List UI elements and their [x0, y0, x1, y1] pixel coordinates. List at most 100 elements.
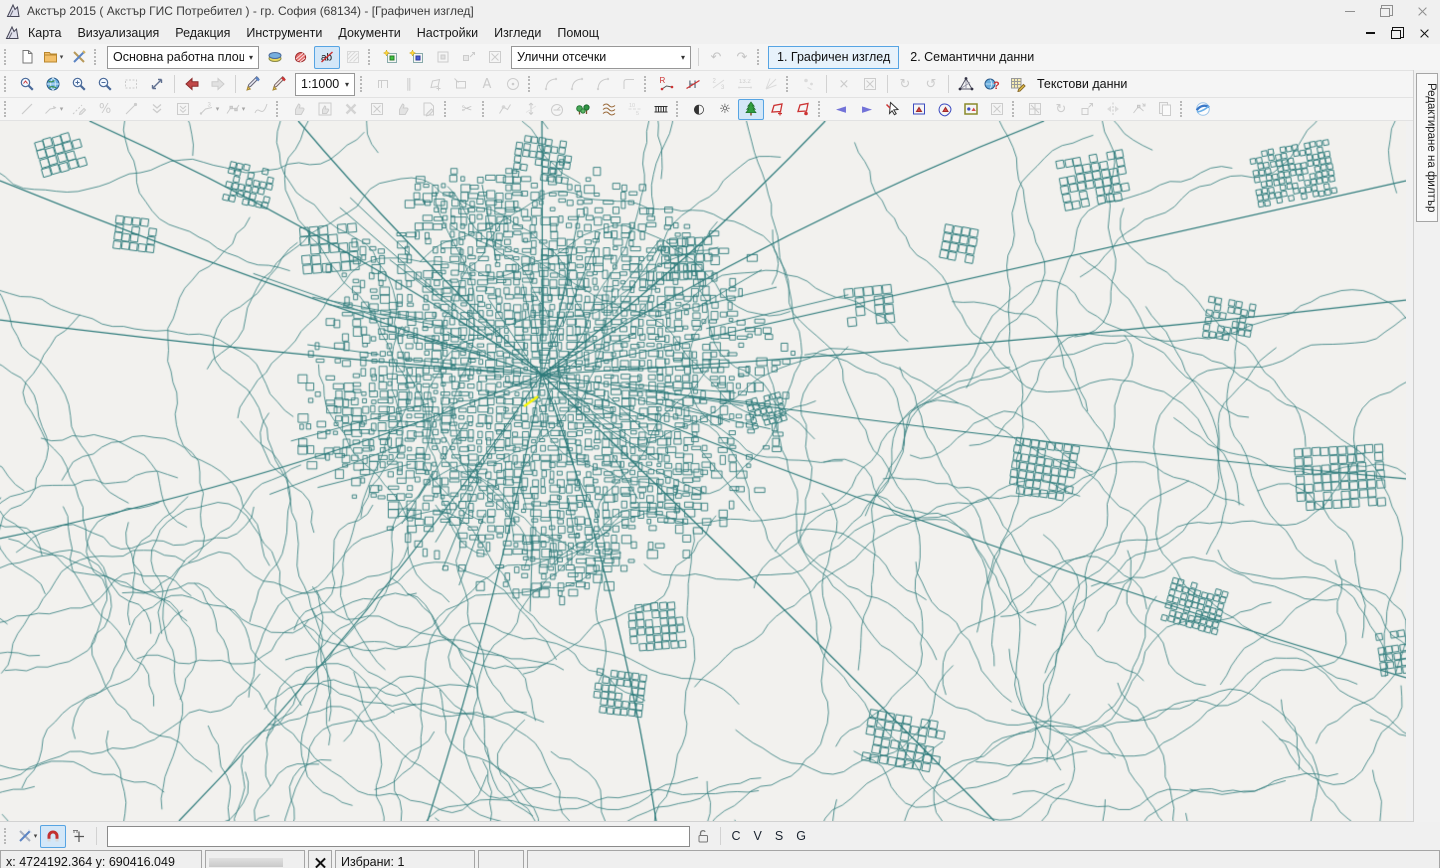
region-point-button[interactable]: [790, 99, 816, 120]
approve-alt-button: [390, 99, 416, 120]
visualization-button[interactable]: [262, 46, 288, 69]
toolbar-grip[interactable]: [1180, 101, 1186, 117]
select-cursor-button[interactable]: [880, 99, 906, 120]
mdi-restore-button[interactable]: [1391, 28, 1403, 39]
toolbar-grip[interactable]: [786, 76, 792, 92]
toolbar-grip[interactable]: [528, 76, 534, 92]
select-by-polygon-button[interactable]: [932, 99, 958, 120]
toolbar-grip[interactable]: [4, 76, 10, 92]
flag-v[interactable]: V: [754, 829, 762, 843]
edit-table-button[interactable]: [1005, 73, 1031, 96]
menu-8[interactable]: Помощ: [549, 23, 607, 43]
new-point-object-button[interactable]: [378, 46, 404, 69]
tab-graphic-view[interactable]: 1. Графичен изглед: [768, 46, 899, 69]
chevron-down-icon[interactable]: ▾: [244, 53, 258, 62]
annotation-toggle-button[interactable]: ab: [314, 46, 340, 69]
height-edit-button[interactable]: H: [680, 73, 706, 96]
toolbar-grip[interactable]: [94, 49, 100, 65]
layer-combo[interactable]: Улични отсечки▾: [511, 46, 691, 69]
mdi-close-button[interactable]: [1419, 28, 1430, 39]
chevron-down-icon[interactable]: ▾: [216, 105, 220, 113]
approve-button: [286, 99, 312, 120]
lock-button[interactable]: [690, 825, 716, 848]
add-polygon-button: [422, 73, 448, 96]
status-panel-message: [527, 850, 1440, 868]
chevron-down-icon[interactable]: ▾: [60, 53, 64, 61]
chevron-down-icon[interactable]: ▾: [676, 53, 690, 62]
chevron-down-icon[interactable]: ▾: [34, 832, 38, 840]
menu-1[interactable]: Карта: [20, 23, 69, 43]
zoom-in-button[interactable]: [66, 73, 92, 96]
menu-2[interactable]: Визуализация: [69, 23, 167, 43]
workspace-combo[interactable]: Основна работна площ▾: [107, 46, 259, 69]
scale-combo[interactable]: 1:1000▾: [295, 73, 355, 96]
object-info-button[interactable]: ?: [979, 73, 1005, 96]
window-close-button[interactable]: [1404, 0, 1440, 22]
map-workspace: [0, 121, 1440, 821]
contours-layer-button[interactable]: [596, 99, 622, 120]
snap-toggle-button[interactable]: [40, 825, 66, 848]
flag-c[interactable]: C: [732, 829, 741, 843]
scale-combo-value: 1:1000: [296, 77, 340, 91]
menu-3[interactable]: Редакция: [167, 23, 238, 43]
menu-7[interactable]: Изгледи: [486, 23, 549, 43]
chevron-down-icon[interactable]: ▾: [242, 105, 246, 113]
vegetation-layer-button[interactable]: [570, 99, 596, 120]
spline-button[interactable]: R: [654, 73, 680, 96]
toolbar-grip[interactable]: [4, 49, 10, 65]
menu-5[interactable]: Документи: [330, 23, 408, 43]
view-back-button[interactable]: [179, 73, 205, 96]
toolbar-grip[interactable]: [360, 76, 366, 92]
menu-6[interactable]: Настройки: [409, 23, 486, 43]
window-minimize-button[interactable]: [1332, 0, 1368, 22]
window-restore-button[interactable]: [1368, 0, 1404, 22]
add-region-button[interactable]: [764, 99, 790, 120]
toolbar-grip[interactable]: [482, 101, 488, 117]
zoom-previous-button[interactable]: [14, 73, 40, 96]
new-area-object-button[interactable]: [404, 46, 430, 69]
toolbar-grip[interactable]: [444, 101, 450, 117]
select-by-rectangle-button[interactable]: [906, 99, 932, 120]
toolbar-grip[interactable]: [4, 828, 10, 844]
toolbar-grip[interactable]: [818, 101, 824, 117]
region-fill-button[interactable]: [288, 46, 314, 69]
select-by-criteria-button[interactable]: [958, 99, 984, 120]
google-earth-button[interactable]: [1190, 99, 1216, 120]
cancel-operation-button[interactable]: [308, 850, 332, 868]
next-object-button[interactable]: ►: [854, 99, 880, 120]
filter-edit-tab[interactable]: Редактиране на филтър: [1416, 73, 1438, 222]
flag-s[interactable]: S: [775, 829, 783, 843]
menu-4[interactable]: Инструменти: [238, 23, 330, 43]
zoom-extents-button[interactable]: [40, 73, 66, 96]
flag-g[interactable]: G: [796, 829, 806, 843]
toolbar-grip[interactable]: [676, 101, 682, 117]
mdi-minimize-button[interactable]: [1366, 32, 1375, 34]
new-document-button[interactable]: [14, 46, 40, 69]
open-document-button[interactable]: ▾: [40, 46, 66, 69]
brightness-button[interactable]: ☼: [712, 99, 738, 120]
map-tools-button[interactable]: [66, 46, 92, 69]
toolbar-grip[interactable]: [368, 49, 374, 65]
redraw-button[interactable]: [240, 73, 266, 96]
survey-point-button[interactable]: [66, 825, 92, 848]
toolbar-grip[interactable]: [4, 101, 10, 117]
zoom-scale-button[interactable]: [144, 73, 170, 96]
command-input[interactable]: [107, 826, 690, 847]
toolbar-grip[interactable]: [276, 101, 282, 117]
contrast-button[interactable]: ◐: [686, 99, 712, 120]
green-areas-toggle-button[interactable]: [738, 99, 764, 120]
chevron-down-icon[interactable]: ▾: [340, 80, 354, 89]
text-annotation-button: A: [474, 73, 500, 96]
redraw-all-button[interactable]: [266, 73, 292, 96]
toolbar-grip[interactable]: [757, 49, 763, 65]
triangulation-button[interactable]: [953, 73, 979, 96]
previous-object-button[interactable]: ◄: [828, 99, 854, 120]
chevron-down-icon[interactable]: ▾: [60, 105, 64, 113]
railway-layer-button[interactable]: [648, 99, 674, 120]
map-canvas[interactable]: [0, 121, 1406, 821]
zoom-out-button[interactable]: [92, 73, 118, 96]
toolbar-grip[interactable]: [1012, 101, 1018, 117]
tab-semantic-data[interactable]: 2. Семантични данни: [901, 46, 1043, 69]
snap-settings-button[interactable]: ▾: [14, 825, 40, 848]
toolbar-grip[interactable]: [644, 76, 650, 92]
